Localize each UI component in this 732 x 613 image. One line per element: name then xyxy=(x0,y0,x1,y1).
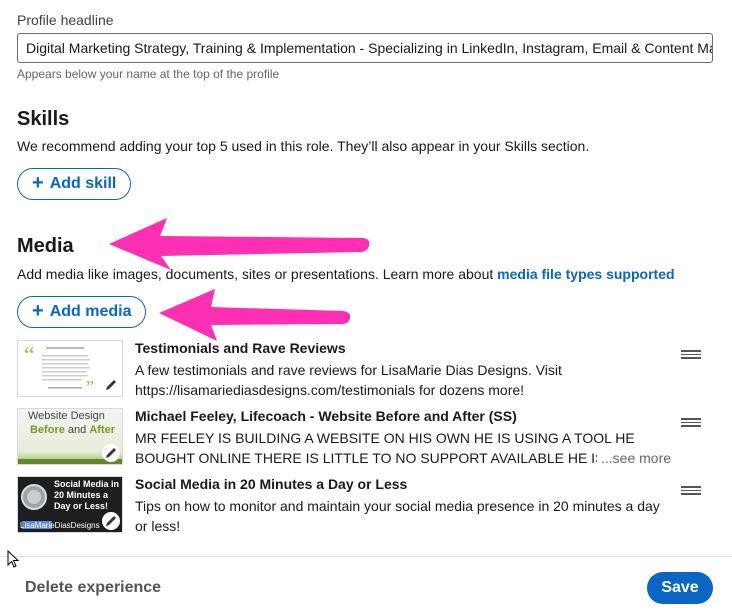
add-media-button[interactable]: + Add media xyxy=(17,296,147,328)
add-media-label: Add media xyxy=(49,303,132,320)
thumb-text-and: and xyxy=(64,424,90,436)
media-item[interactable]: Social Media in 20 Minutes a Day or Less… xyxy=(17,476,717,536)
media-item-title: Michael Feeley, Lifecoach - Website Befo… xyxy=(135,408,517,424)
see-more-link[interactable]: ...see more xyxy=(597,448,672,468)
svg-text:”: ” xyxy=(86,377,94,397)
media-item-description: Tips on how to monitor and maintain your… xyxy=(135,498,660,534)
media-title: Media xyxy=(17,235,74,257)
add-skill-button[interactable]: + Add skill xyxy=(17,168,132,200)
add-skill-label: Add skill xyxy=(49,175,117,192)
headline-input[interactable]: Digital Marketing Strategy, Training & I… xyxy=(17,33,713,63)
svg-text:“: “ xyxy=(24,343,35,369)
drag-handle-icon[interactable] xyxy=(681,418,701,430)
headline-label: Profile headline xyxy=(17,12,114,28)
media-item[interactable]: Website Design Before and After Michael … xyxy=(17,408,717,468)
testimonial-thumbnail[interactable]: “ ” xyxy=(17,340,123,397)
pencil-icon[interactable] xyxy=(102,512,120,530)
skills-description: We recommend adding your top 5 used in t… xyxy=(17,138,590,154)
media-item-description: A few testimonials and rave reviews for … xyxy=(135,362,562,398)
save-button[interactable]: Save xyxy=(647,572,713,604)
pencil-icon[interactable] xyxy=(102,376,120,394)
thumb-text-title: Website Design xyxy=(28,410,105,422)
media-item-description: MR FEELEY IS BUILDING A WEBSITE ON HIS O… xyxy=(135,430,635,466)
skills-title: Skills xyxy=(17,108,70,130)
annotation-arrow-icon xyxy=(159,289,351,341)
mouse-cursor-icon xyxy=(7,550,20,568)
delete-experience-button[interactable]: Delete experience xyxy=(25,579,161,597)
headline-helper-text: Appears below your name at the top of th… xyxy=(17,67,280,81)
thumb-text-subtitle: Before and After xyxy=(30,424,115,436)
social-media-thumbnail[interactable]: Social Media in 20 Minutes a Day or Less… xyxy=(17,476,123,533)
plus-icon: + xyxy=(32,172,44,194)
thumb-text-before: Before xyxy=(30,424,65,436)
thumb-caption: Social Media in 20 Minutes a Day or Less… xyxy=(54,479,120,511)
media-item[interactable]: “ ” Testimonials and Rave Reviews A few … xyxy=(17,340,717,400)
drag-handle-icon[interactable] xyxy=(681,486,701,498)
footer-divider xyxy=(0,556,732,557)
plus-icon: + xyxy=(32,300,44,322)
thumb-text-after: After xyxy=(89,424,115,436)
media-file-types-link[interactable]: media file types supported xyxy=(497,266,674,282)
media-item-title: Social Media in 20 Minutes a Day or Less xyxy=(135,476,408,492)
thumb-brand: LisaMarieDiasDesigns xyxy=(20,521,100,530)
pencil-icon[interactable] xyxy=(102,444,120,462)
drag-handle-icon[interactable] xyxy=(681,350,701,362)
website-before-after-thumbnail[interactable]: Website Design Before and After xyxy=(17,408,123,465)
annotation-arrow-icon xyxy=(109,218,370,270)
